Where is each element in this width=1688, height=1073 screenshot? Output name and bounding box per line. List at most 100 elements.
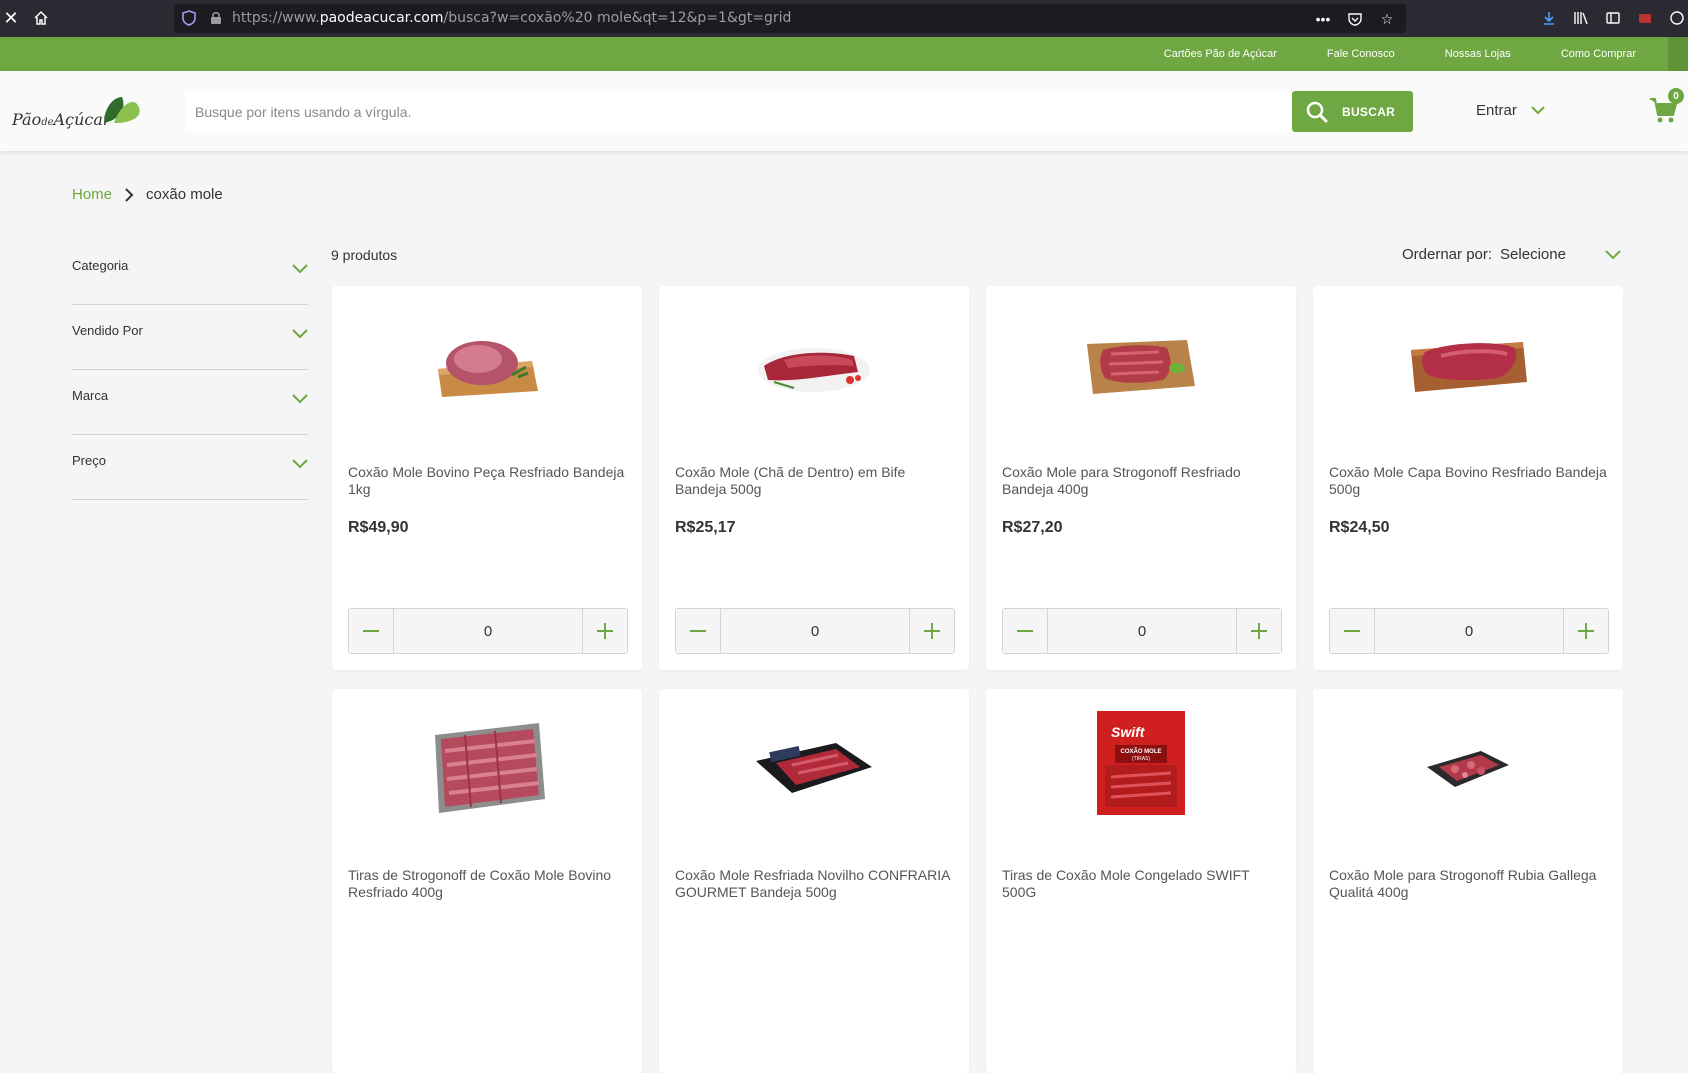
product-card[interactable]: Coxão Mole para Strogonoff Resfriado Ban… [986,286,1296,670]
top-links-bar: Cartões Pão de Açúcar Fale Conosco Nossa… [0,37,1688,71]
product-image[interactable] [739,709,889,829]
plus-icon [1578,623,1594,639]
topbar-link-cards[interactable]: Cartões Pão de Açúcar [1164,48,1277,60]
library-icon[interactable] [1570,7,1592,29]
lock-icon[interactable] [210,11,222,25]
product-card[interactable]: Coxão Mole Resfriada Novilho CONFRARIA G… [659,689,969,1073]
tracking-shield-icon[interactable] [182,10,196,26]
package-brand-text: Swift [1111,724,1146,740]
product-image[interactable] [739,306,889,426]
logo-leaf-icon [104,97,140,123]
product-name[interactable]: Coxão Mole Resfriada Novilho CONFRARIA G… [675,867,955,901]
chevron-down-icon [292,264,308,274]
chevron-down-icon [292,329,308,339]
plus-icon [597,623,613,639]
breadcrumb-current: coxão mole [146,186,223,203]
product-name[interactable]: Coxão Mole para Strogonoff Rubia Gallega… [1329,867,1609,901]
login-label: Entrar [1476,102,1517,119]
bookmark-star-icon[interactable]: ☆ [1376,8,1398,30]
increase-quantity-button[interactable] [582,609,627,653]
extension-icon[interactable] [1634,7,1656,29]
breadcrumb: Home coxão mole [72,186,223,203]
filter-label: Marca [72,388,109,403]
filter-label: Categoria [72,258,129,273]
quantity-value[interactable]: 0 [1375,609,1563,653]
product-name[interactable]: Tiras de Strogonoff de Coxão Mole Bovino… [348,867,628,901]
minus-icon [363,630,379,632]
package-variant-text: (TIRAS) [1132,756,1150,762]
sort-dropdown[interactable]: Ordernar por: Selecione [1402,246,1621,263]
product-name[interactable]: Coxão Mole Capa Bovino Resfriado Bandeja… [1329,464,1609,498]
close-icon[interactable]: ✕ [0,7,22,29]
topbar-link-how-to-buy[interactable]: Como Comprar [1561,48,1636,60]
more-actions-icon[interactable]: ••• [1312,8,1334,30]
product-card[interactable]: Coxão Mole Bovino Peça Resfriado Bandeja… [332,286,642,670]
url-bar[interactable]: https://www.paodeacucar.com/busca?w=coxã… [174,4,1406,33]
product-image[interactable] [412,306,562,426]
search-bar: BUSCAR [185,91,1413,132]
decrease-quantity-button[interactable] [1003,609,1048,653]
plus-icon [1251,623,1267,639]
quantity-value[interactable]: 0 [394,609,582,653]
increase-quantity-button[interactable] [1563,609,1608,653]
product-card[interactable]: Tiras de Strogonoff de Coxão Mole Bovino… [332,689,642,1073]
quantity-stepper: 0 [1329,608,1609,654]
home-icon[interactable] [30,7,52,29]
browser-toolbar: ✕ https://www.paodeacucar.com/busca?w=co… [0,0,1688,37]
increase-quantity-button[interactable] [1236,609,1281,653]
decrease-quantity-button[interactable] [1330,609,1375,653]
product-image[interactable] [412,707,562,827]
product-name[interactable]: Coxão Mole Bovino Peça Resfriado Bandeja… [348,464,628,498]
site-header: PãodeAçúcar BUSCAR Entrar 0 [0,71,1688,151]
quantity-stepper: 0 [1002,608,1282,654]
chevron-down-icon [292,394,308,404]
url-text[interactable]: https://www.paodeacucar.com/busca?w=coxã… [232,10,791,26]
filter-sold-by[interactable]: Vendido Por [72,305,308,370]
download-icon[interactable] [1538,7,1560,29]
pocket-icon[interactable] [1344,8,1366,30]
product-card[interactable]: Coxão Mole para Strogonoff Rubia Gallega… [1313,689,1623,1073]
increase-quantity-button[interactable] [909,609,954,653]
quantity-value[interactable]: 0 [721,609,909,653]
search-button[interactable]: BUSCAR [1292,91,1413,132]
filter-brand[interactable]: Marca [72,370,308,435]
package-product-text: COXÃO MOLE [1120,748,1161,755]
breadcrumb-home-link[interactable]: Home [72,186,112,203]
sidebar-toggle-icon[interactable] [1602,7,1624,29]
product-image[interactable]: Swift COXÃO MOLE (TIRAS) [1066,703,1216,823]
quantity-stepper: 0 [348,608,628,654]
product-card[interactable]: Swift COXÃO MOLE (TIRAS) Tiras de Coxão … [986,689,1296,1073]
quantity-value[interactable]: 0 [1048,609,1236,653]
decrease-quantity-button[interactable] [676,609,721,653]
cart-count-badge: 0 [1668,88,1684,104]
search-icon [1306,101,1328,122]
product-name[interactable]: Coxão Mole para Strogonoff Resfriado Ban… [1002,464,1282,498]
product-price: R$27,20 [1002,519,1063,536]
filter-category[interactable]: Categoria [72,240,308,305]
chevron-down-icon [1531,106,1545,115]
sort-value: Selecione [1500,246,1566,263]
decrease-quantity-button[interactable] [349,609,394,653]
minus-icon [1017,630,1033,632]
product-price: R$49,90 [348,519,409,536]
filter-price[interactable]: Preço [72,435,308,500]
product-name[interactable]: Coxão Mole (Chã de Dentro) em Bife Bande… [675,464,955,498]
topbar-link-stores[interactable]: Nossas Lojas [1445,48,1511,60]
quantity-stepper: 0 [675,608,955,654]
pao-de-acucar-logo[interactable]: PãodeAçúcar [12,95,147,131]
results-count: 9 produtos [331,247,398,263]
filters-sidebar: Categoria Vendido Por Marca Preço [72,240,308,500]
product-card[interactable]: Coxão Mole (Chã de Dentro) em Bife Bande… [659,286,969,670]
login-dropdown[interactable]: Entrar [1476,102,1545,119]
account-icon[interactable] [1666,7,1688,29]
topbar-link-contact[interactable]: Fale Conosco [1327,48,1395,60]
product-image[interactable] [1393,709,1543,829]
product-image[interactable] [1066,306,1216,426]
product-price: R$24,50 [1329,519,1390,536]
product-grid: Coxão Mole Bovino Peça Resfriado Bandeja… [332,286,1624,1073]
product-card[interactable]: Coxão Mole Capa Bovino Resfriado Bandeja… [1313,286,1623,670]
plus-icon [924,623,940,639]
search-input[interactable] [185,91,1292,132]
product-image[interactable] [1393,306,1543,426]
product-name[interactable]: Tiras de Coxão Mole Congelado SWIFT 500G [1002,867,1282,901]
